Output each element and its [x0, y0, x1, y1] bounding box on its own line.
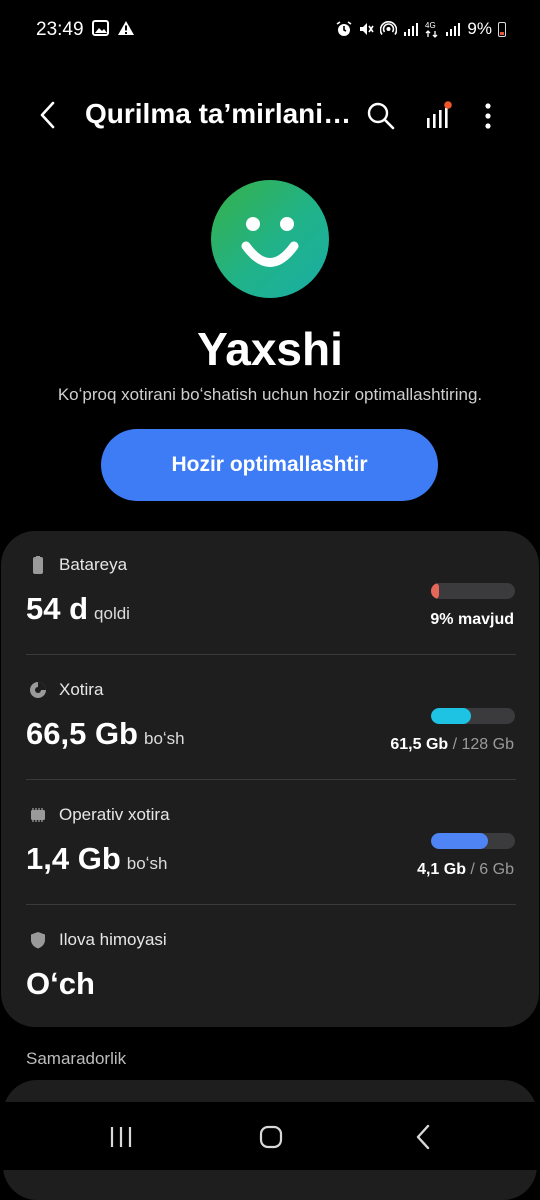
device-status: Yaxshi [197, 323, 343, 375]
status-time: 23:49 [36, 19, 84, 40]
storage-unit: boʻsh [144, 729, 185, 748]
storage-meta: 61,5 Gb / 128 Gb [390, 736, 514, 753]
device-care-card: Batareya 54 d qoldi 9% mavjud Xotira 66,… [1, 531, 539, 1027]
memory-meta: 4,1 Gb / 6 Gb [417, 861, 514, 878]
status-bar: 23:49 4G 9% [0, 0, 540, 62]
memory-level-bar [431, 833, 515, 849]
storage-row[interactable]: Xotira 66,5 Gb boʻsh 61,5 Gb / 128 Gb [1, 656, 539, 780]
back-icon[interactable] [34, 100, 64, 130]
memory-value: 1,4 Gb [26, 841, 121, 876]
battery-level-bar [431, 583, 515, 599]
optimize-now-button[interactable]: Hozir optimallashtir [101, 429, 438, 501]
divider [26, 654, 516, 655]
warning-icon [118, 21, 134, 35]
back-nav-icon[interactable] [407, 1122, 441, 1152]
status-subtitle: Koʻproq xotirani boʻshatish uchun hozir … [57, 385, 483, 404]
battery-unit: qoldi [94, 604, 130, 623]
navigation-bar [0, 1102, 540, 1170]
battery-icon [33, 556, 43, 574]
app-bar: Qurilma taʼmirlanis... [0, 86, 540, 146]
search-icon[interactable] [365, 100, 397, 132]
battery-row[interactable]: Batareya 54 d qoldi 9% mavjud [1, 531, 539, 655]
storage-level-bar [431, 708, 515, 724]
app-protection-row[interactable]: Ilova himoyasi Oʻch [1, 906, 539, 1030]
4g-icon: 4G [425, 21, 438, 38]
divider [26, 779, 516, 780]
battery-percent: 9% [467, 19, 492, 38]
row-label: Xotira [59, 680, 104, 699]
hotspot-icon [380, 21, 398, 35]
home-icon[interactable] [254, 1122, 288, 1152]
svg-text:4G: 4G [425, 21, 436, 30]
row-label: Ilova himoyasi [59, 930, 167, 949]
battery-status-icon [498, 21, 506, 37]
battery-value: 54 d [26, 591, 89, 626]
memory-unit: boʻsh [126, 854, 168, 873]
battery-meta: 9% mavjud [430, 611, 514, 628]
smiley-face-icon [211, 180, 329, 298]
signal-icon-2 [446, 23, 461, 36]
divider [26, 904, 516, 905]
memory-row[interactable]: Operativ xotira 1,4 Gb boʻsh 4,1 Gb / 6 … [1, 781, 539, 905]
mute-icon [360, 23, 375, 35]
more-icon[interactable] [474, 100, 506, 132]
image-icon [92, 20, 109, 36]
row-label: Operativ xotira [59, 805, 170, 824]
memory-icon [31, 808, 45, 822]
storage-icon [30, 682, 46, 698]
recents-icon[interactable] [104, 1122, 138, 1152]
signal-icon [404, 23, 419, 36]
row-label: Batareya [59, 555, 128, 574]
stats-icon[interactable] [422, 100, 454, 132]
page-title: Qurilma taʼmirlanis... [85, 98, 355, 129]
storage-value: 66,5 Gb [26, 716, 138, 751]
shield-icon [31, 932, 45, 949]
alarm-icon [336, 21, 352, 36]
section-label: Samaradorlik [26, 1049, 127, 1068]
app-protection-value: Oʻch [26, 966, 95, 1001]
